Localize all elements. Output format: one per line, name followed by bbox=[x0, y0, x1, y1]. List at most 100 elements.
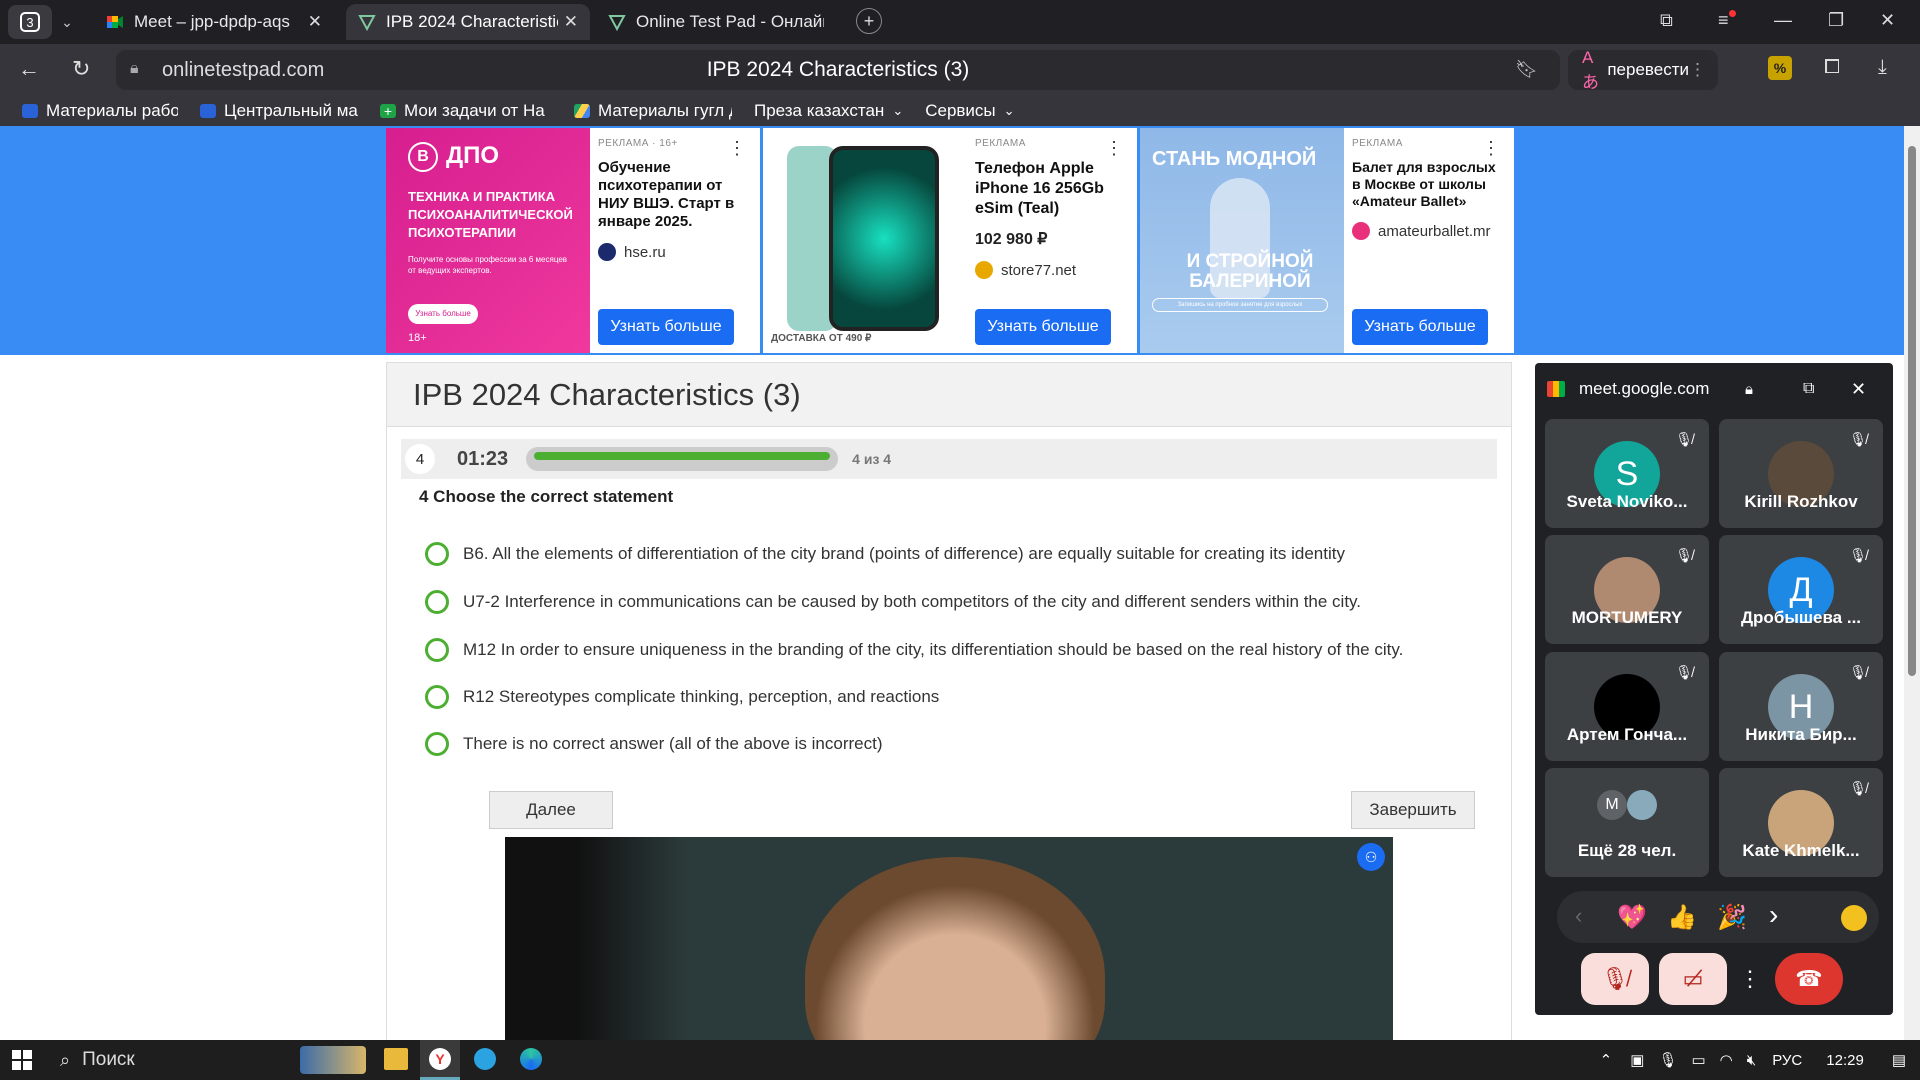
phone-front-image bbox=[829, 146, 939, 331]
tab-meet[interactable]: Meet – jpp-dpdp-aqs ✕ bbox=[94, 4, 334, 40]
participant-name: Дробышева ... bbox=[1740, 608, 1862, 627]
scrollbar-thumb[interactable] bbox=[1908, 146, 1916, 676]
minimize-icon[interactable]: — bbox=[1774, 10, 1792, 31]
wifi-icon[interactable]: ◠ bbox=[1720, 1051, 1733, 1069]
volume-mute-icon[interactable]: 🔇︎ bbox=[1747, 1052, 1756, 1069]
participant-tile[interactable]: 🎙︎̸ MORTUMERY bbox=[1545, 535, 1709, 644]
search-icon: ⌕ bbox=[60, 1049, 71, 1070]
answer-option[interactable]: U7-2 Interference in communications can … bbox=[425, 590, 1361, 614]
learn-more-button[interactable]: Узнать больше bbox=[598, 309, 734, 345]
tab-ipb[interactable]: IPB 2024 Characteristics ✕ bbox=[346, 4, 590, 40]
back-to-tab-icon[interactable]: ⧉ bbox=[1803, 380, 1814, 398]
bookmark-item[interactable]: + Мои задачи от На bbox=[380, 101, 552, 121]
download-icon[interactable]: ⤓ bbox=[1878, 56, 1887, 79]
more-icon[interactable]: ⋮ bbox=[1482, 138, 1500, 159]
bookmark-folder[interactable]: Сервисы ⌄ bbox=[925, 101, 1014, 121]
ad-ballet[interactable]: СТАНЬ МОДНОЙ И СТРОЙНОЙ БАЛЕРИНОЙ Запиши… bbox=[1140, 128, 1514, 353]
chevron-left-icon[interactable]: ‹ bbox=[1575, 903, 1582, 929]
heart-reaction[interactable]: 💖 bbox=[1617, 903, 1647, 932]
reload-icon[interactable]: ↻ bbox=[72, 56, 90, 82]
thumbs-up-reaction[interactable]: 👍 bbox=[1667, 903, 1697, 932]
avatar: M bbox=[1597, 790, 1627, 820]
bookmark-icon[interactable]: 🔖︎ bbox=[1515, 59, 1538, 80]
participant-tile[interactable]: Д 🎙︎̸ Дробышева ... bbox=[1719, 535, 1883, 644]
chevron-up-icon[interactable]: ⌃ bbox=[1600, 1051, 1613, 1069]
ad-image: СТАНЬ МОДНОЙ И СТРОЙНОЙ БАЛЕРИНОЙ Запиши… bbox=[1140, 128, 1344, 353]
new-tab-button[interactable]: + bbox=[856, 8, 882, 34]
finish-button[interactable]: Завершить bbox=[1351, 791, 1475, 829]
radio-button[interactable] bbox=[425, 685, 449, 709]
answer-option[interactable]: M12 In order to ensure uniqueness in the… bbox=[425, 638, 1403, 662]
tab-count-button[interactable]: 3 bbox=[8, 5, 52, 39]
translate-button[interactable]: Aあ перевести ⋮ bbox=[1568, 48, 1718, 92]
camera-toggle-button[interactable]: ▭̸ bbox=[1659, 953, 1727, 1005]
mic-toggle-button[interactable]: 🎙︎̸ bbox=[1581, 953, 1649, 1005]
chevron-down-icon: ⌄ bbox=[892, 103, 904, 118]
participant-tile[interactable]: 🎙︎̸ Kate Khmelk... bbox=[1719, 768, 1883, 877]
reading-list-icon[interactable]: ⧠ bbox=[1824, 56, 1840, 79]
next-button[interactable]: Далее bbox=[489, 791, 613, 829]
answer-option[interactable]: B6. All the elements of differentiation … bbox=[425, 542, 1345, 566]
tab-online-test-pad[interactable]: Online Test Pad - Онлайн bbox=[596, 4, 836, 40]
video-preview: ⚇ bbox=[505, 837, 1393, 1043]
bookmark-item[interactable]: Центральный ма bbox=[200, 101, 358, 121]
ad-hse[interactable]: В ДПО ТЕХНИКА И ПРАКТИКА ПСИХОАНАЛИТИЧЕС… bbox=[386, 128, 760, 353]
more-options-icon[interactable]: ⋮ bbox=[1735, 953, 1765, 1005]
chevron-right-icon[interactable]: › bbox=[1769, 899, 1778, 931]
url-box[interactable]: 🔒︎ onlinetestpad.com IPB 2024 Characteri… bbox=[116, 50, 1560, 90]
bookmark-item[interactable]: Материалы гугл д bbox=[574, 101, 732, 121]
bookmark-folder[interactable]: Преза казахстан ⌄ bbox=[754, 101, 903, 121]
file-explorer-icon[interactable] bbox=[384, 1048, 408, 1070]
progress-row: 4 01:23 4 из 4 bbox=[401, 439, 1497, 479]
discount-icon[interactable]: % bbox=[1768, 56, 1792, 80]
participant-add-icon[interactable]: ⚇ bbox=[1357, 843, 1385, 871]
close-icon[interactable]: ✕ bbox=[558, 12, 578, 32]
participant-tile[interactable]: 🎙︎̸ Артем Гонча... bbox=[1545, 652, 1709, 761]
more-icon[interactable]: ⋮ bbox=[728, 138, 746, 159]
telegram-icon[interactable] bbox=[474, 1048, 496, 1070]
close-window-icon[interactable]: ✕ bbox=[1880, 10, 1895, 31]
participant-tile[interactable]: 🎙︎̸ Kirill Rozhkov bbox=[1719, 419, 1883, 528]
close-icon[interactable]: ✕ bbox=[1851, 379, 1866, 400]
page-scrollbar[interactable] bbox=[1904, 126, 1920, 1040]
party-reaction[interactable]: 🎉 bbox=[1717, 903, 1747, 932]
radio-button[interactable] bbox=[425, 590, 449, 614]
participant-tile[interactable]: Н 🎙︎̸ Никита Бир... bbox=[1719, 652, 1883, 761]
radio-button[interactable] bbox=[425, 638, 449, 662]
leave-call-button[interactable]: ☎︎ bbox=[1775, 953, 1843, 1005]
progress-text: 4 из 4 bbox=[852, 451, 892, 467]
participant-tile[interactable]: S 🎙︎̸ Sveta Noviko... bbox=[1545, 419, 1709, 528]
learn-more-button[interactable]: Узнать больше bbox=[975, 309, 1111, 345]
edge-icon[interactable] bbox=[520, 1048, 542, 1070]
skin-tone-icon[interactable] bbox=[1841, 905, 1867, 931]
bookmark-item[interactable]: Материалы работ bbox=[22, 101, 178, 121]
radio-button[interactable] bbox=[425, 732, 449, 756]
microphone-icon[interactable]: 🎙︎ bbox=[1658, 1051, 1677, 1069]
taskbar-search[interactable]: ⌕ Поиск bbox=[46, 1044, 366, 1076]
more-participants-tile[interactable]: M Ещё 28 чел. bbox=[1545, 768, 1709, 877]
menu-icon[interactable]: ≡ bbox=[1718, 10, 1736, 31]
radio-button[interactable] bbox=[425, 542, 449, 566]
yandex-browser-taskbar-button[interactable]: Y bbox=[420, 1040, 460, 1080]
battery-icon[interactable]: ▭ bbox=[1691, 1051, 1705, 1069]
answer-option[interactable]: There is no correct answer (all of the a… bbox=[425, 732, 883, 756]
chevron-down-icon[interactable]: ⌄ bbox=[52, 14, 82, 31]
restore-icon[interactable]: ❐ bbox=[1828, 10, 1844, 31]
answer-option[interactable]: R12 Stereotypes complicate thinking, per… bbox=[425, 685, 939, 709]
tab-label: Meet – jpp-dpdp-aqs bbox=[134, 12, 290, 31]
back-icon[interactable]: ← bbox=[18, 56, 40, 82]
browser-tab-strip: 3 ⌄ Meet – jpp-dpdp-aqs ✕ IPB 2024 Chara… bbox=[0, 0, 1920, 44]
more-icon[interactable]: ⋮ bbox=[1105, 138, 1123, 159]
close-icon[interactable]: ✕ bbox=[302, 12, 322, 32]
clock[interactable]: 12:29 bbox=[1826, 1052, 1864, 1069]
meet-tray-icon[interactable]: ▣ bbox=[1630, 1051, 1644, 1069]
more-icon[interactable]: ⋮ bbox=[1689, 60, 1706, 80]
windows-start-icon[interactable] bbox=[12, 1050, 32, 1070]
language-indicator[interactable]: РУС bbox=[1772, 1052, 1802, 1069]
start-pane bbox=[23, 1050, 32, 1059]
collections-icon[interactable]: ⧉ bbox=[1660, 10, 1673, 31]
learn-more-button[interactable]: Узнать больше bbox=[1352, 309, 1488, 345]
notifications-icon[interactable]: ▤ bbox=[1892, 1051, 1906, 1069]
page-title: IPB 2024 Characteristics (3) bbox=[706, 58, 970, 81]
ad-iphone[interactable]: ДОСТАВКА ОТ 490 ₽ РЕКЛАМА Телефон Apple … bbox=[763, 128, 1137, 353]
